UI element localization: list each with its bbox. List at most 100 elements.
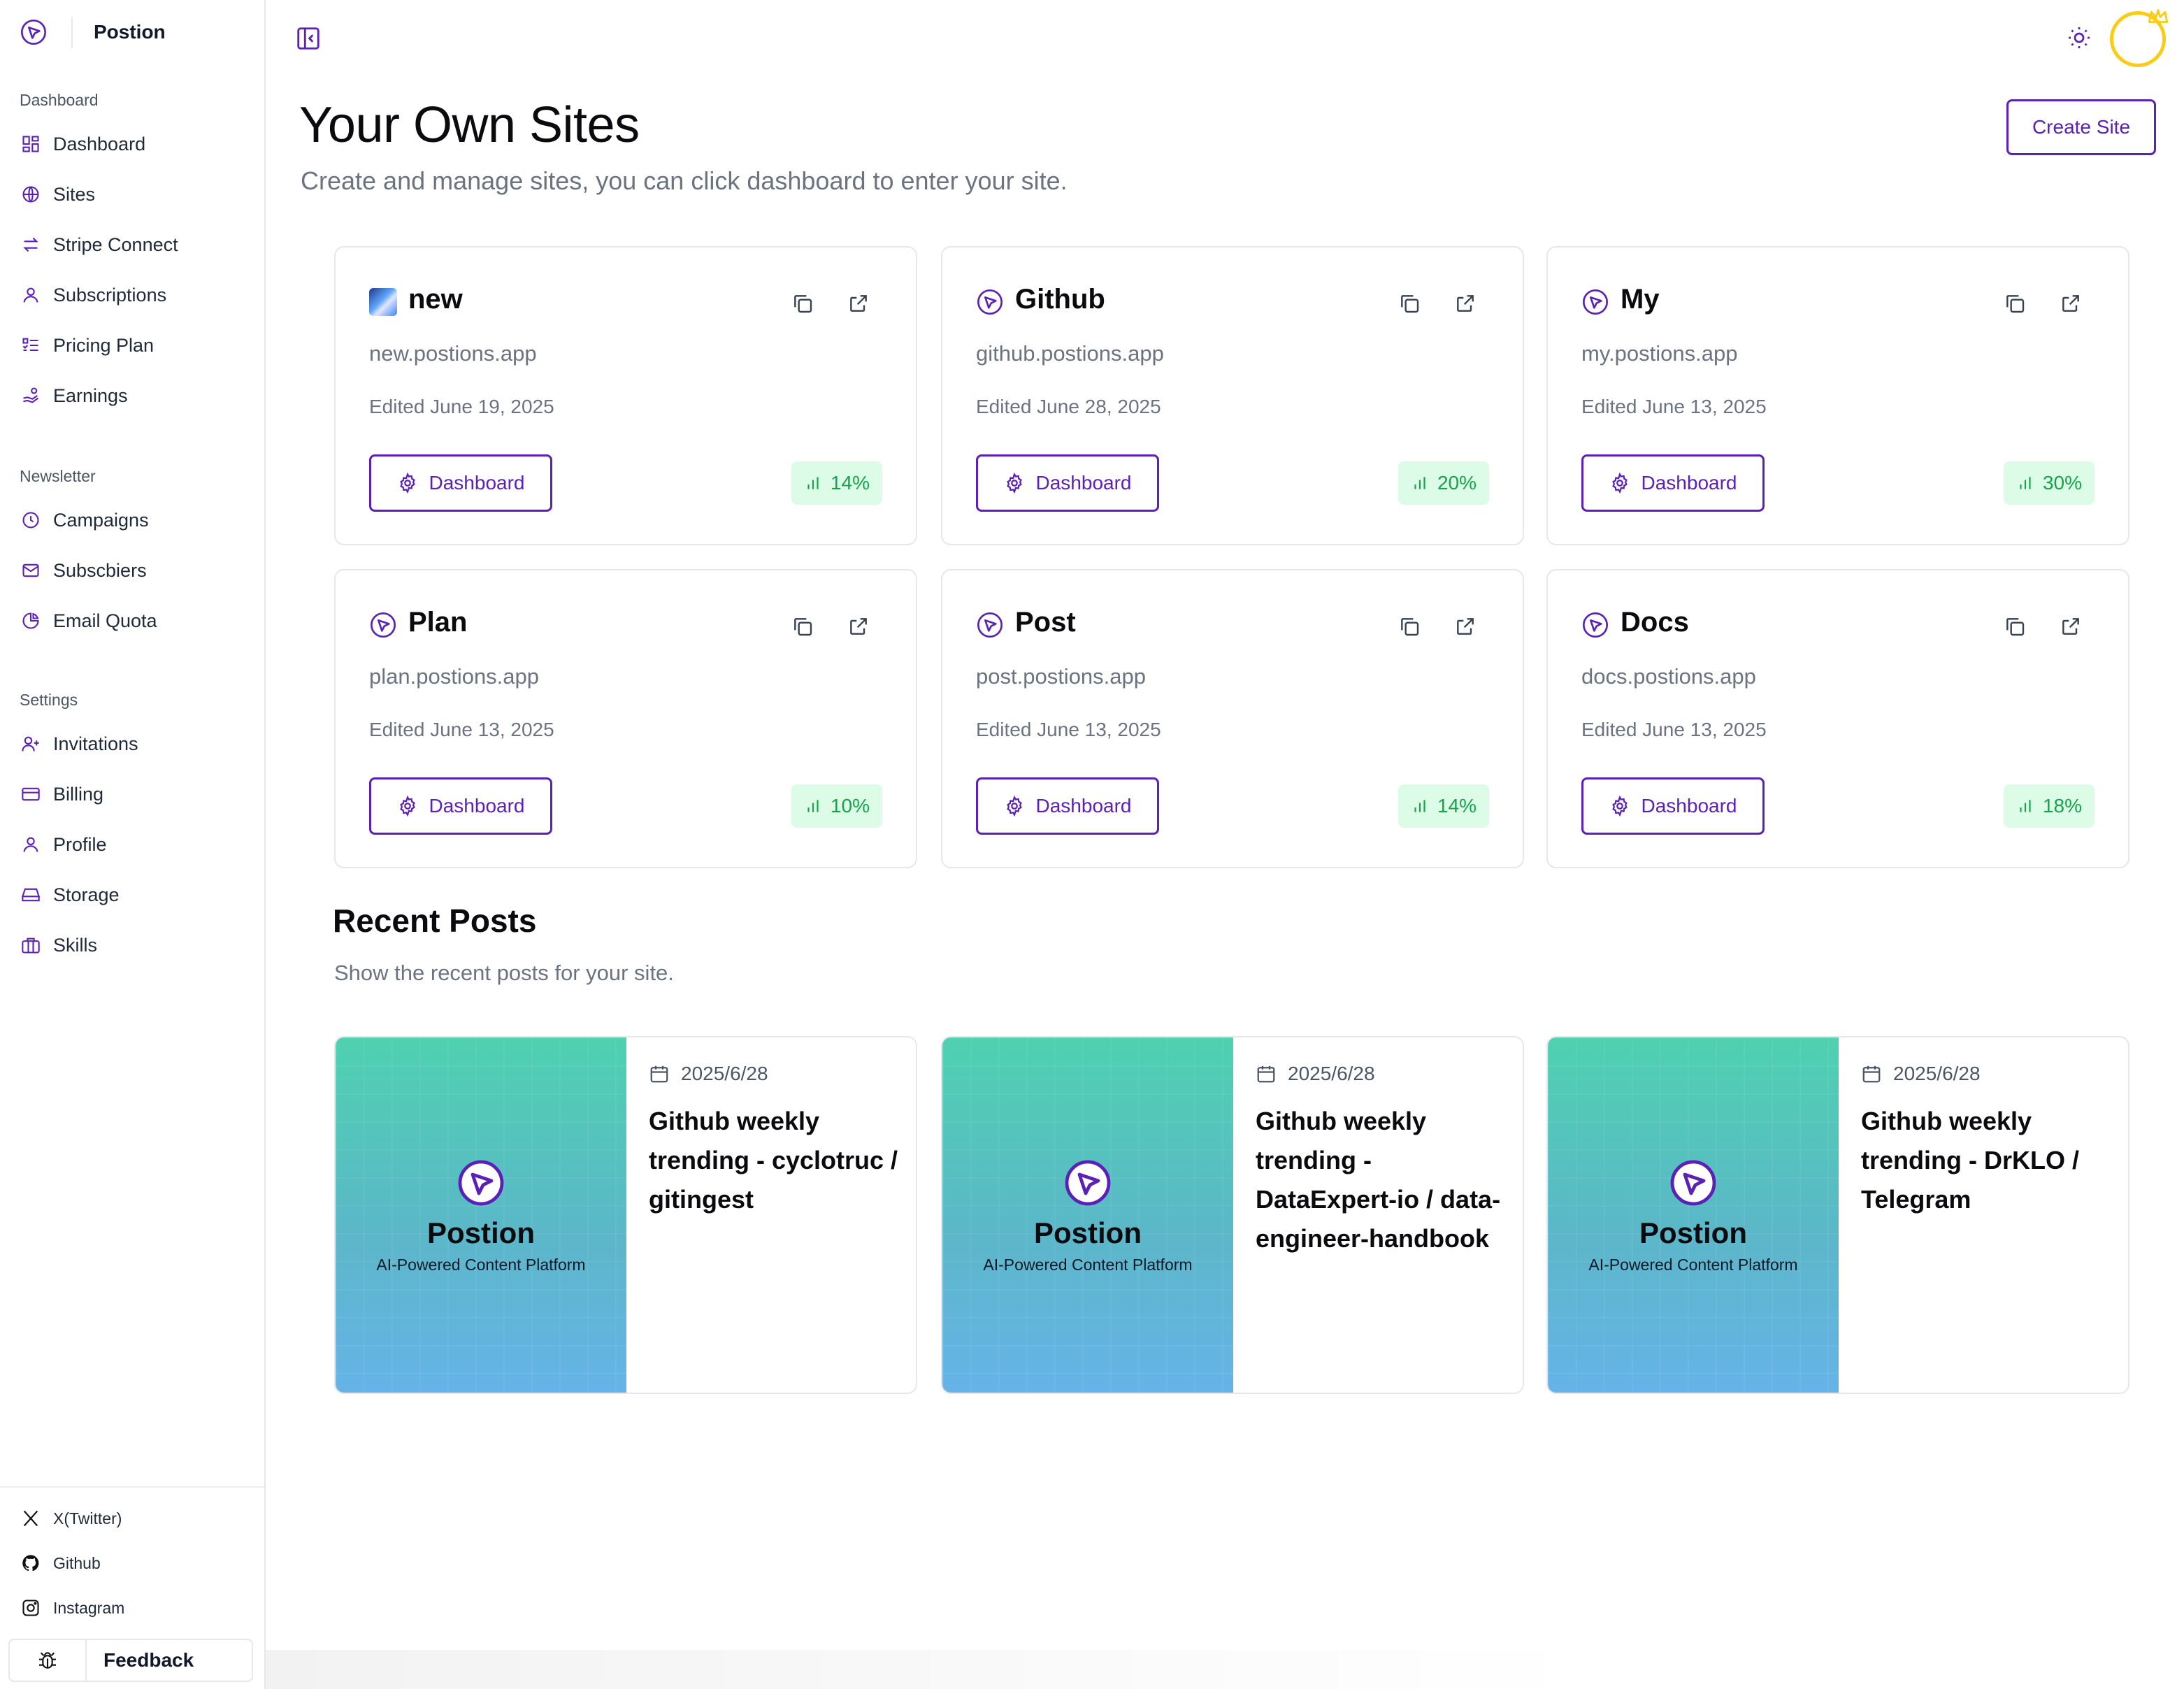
sidebar-item-email-quota[interactable]: Email Quota (20, 607, 157, 635)
social-link-instagram[interactable]: Instagram (20, 1595, 124, 1620)
bar-chart-icon (807, 800, 819, 812)
site-card: Github github.postions.app Edited June 2… (941, 246, 1524, 545)
site-stat-value: 14% (1437, 795, 1477, 817)
site-stat-value: 20% (1437, 472, 1477, 494)
copy-icon[interactable] (791, 615, 814, 638)
site-dashboard-button[interactable]: Dashboard (1581, 777, 1765, 835)
feedback-button[interactable]: Feedback (8, 1639, 253, 1682)
sidebar-item-dashboard[interactable]: Dashboard (20, 130, 145, 158)
external-link-icon[interactable] (847, 292, 870, 315)
credit-card-icon (20, 783, 42, 805)
post-title: Github weekly trending - cyclotruc / git… (649, 1107, 898, 1214)
sidebar-item-label: Billing (53, 783, 104, 805)
sidebar-item-label: Sites (53, 183, 96, 205)
brand-name: Postion (94, 21, 166, 43)
site-stat-badge: 14% (791, 461, 882, 505)
site-stat-badge: 14% (1398, 784, 1489, 828)
brand[interactable]: Postion (20, 17, 166, 48)
sidebar-item-campaigns[interactable]: Campaigns (20, 506, 149, 534)
calendar-icon (1862, 1065, 1881, 1083)
page-subtitle: Create and manage sites, you can click d… (301, 166, 1068, 195)
dashboard-button-label: Dashboard (1035, 795, 1132, 817)
copy-icon[interactable] (2004, 615, 2026, 638)
postion-logo-icon (1581, 288, 1609, 316)
bar-chart-icon (1414, 800, 1425, 812)
site-edited: Edited June 13, 2025 (1581, 719, 1767, 740)
site-stat-badge: 30% (2003, 461, 2095, 505)
postion-logo-icon (976, 288, 1004, 316)
site-card: new new.postions.app Edited June 19, 202… (334, 246, 917, 545)
brand-divider (71, 17, 73, 48)
site-edited: Edited June 13, 2025 (369, 719, 554, 740)
create-site-button[interactable]: Create Site (2006, 99, 2156, 155)
cover-brand-name: Postion (1639, 1216, 1747, 1249)
sun-icon[interactable] (2067, 25, 2092, 50)
hard-drive-icon (20, 884, 42, 906)
sidebar-item-storage[interactable]: Storage (20, 881, 120, 909)
post-card[interactable]: Postion AI-Powered Content Platform 2025… (1546, 1036, 2129, 1394)
site-card: Docs docs.postions.app Edited June 13, 2… (1546, 569, 2129, 868)
sidebar-item-subscribers[interactable]: Subscbiers (20, 556, 147, 584)
site-stat-value: 30% (2042, 472, 2082, 494)
gear-icon (399, 473, 415, 494)
copy-icon[interactable] (2004, 292, 2026, 315)
external-link-icon[interactable] (1454, 615, 1477, 638)
cover-tagline: AI-Powered Content Platform (376, 1256, 586, 1274)
site-edited: Edited June 28, 2025 (976, 396, 1161, 417)
bug-icon (10, 1640, 87, 1681)
external-link-icon[interactable] (2060, 292, 2082, 315)
site-dashboard-button[interactable]: Dashboard (369, 454, 552, 512)
social-link-github[interactable]: Github (20, 1551, 101, 1576)
dashboard-button-label: Dashboard (1035, 472, 1132, 494)
site-edited: Edited June 19, 2025 (369, 396, 554, 417)
post-card[interactable]: Postion AI-Powered Content Platform 2025… (334, 1036, 917, 1394)
pie-chart-icon (20, 610, 42, 632)
post-card[interactable]: Postion AI-Powered Content Platform 2025… (941, 1036, 1524, 1394)
site-domain: new.postions.app (369, 341, 537, 366)
briefcase-icon (20, 934, 42, 956)
cover-tagline: AI-Powered Content Platform (1588, 1256, 1798, 1274)
clock-icon (20, 509, 42, 531)
bar-chart-icon (2020, 477, 2031, 489)
external-link-icon[interactable] (2060, 615, 2082, 638)
site-dashboard-button[interactable]: Dashboard (369, 777, 552, 835)
social-link-twitter[interactable]: X(Twitter) (20, 1506, 122, 1531)
post-cover: Postion AI-Powered Content Platform (336, 1037, 626, 1393)
copy-icon[interactable] (791, 292, 814, 315)
sidebar-item-earnings[interactable]: Earnings (20, 382, 128, 410)
sidebar-item-sites[interactable]: Sites (20, 180, 95, 208)
dashboard-button-label: Dashboard (429, 472, 525, 494)
external-link-icon[interactable] (1454, 292, 1477, 315)
calendar-icon (650, 1065, 668, 1083)
sidebar-item-invitations[interactable]: Invitations (20, 730, 138, 758)
external-link-icon[interactable] (847, 615, 870, 638)
copy-icon[interactable] (1398, 292, 1421, 315)
arrows-exchange-icon (20, 233, 42, 256)
sidebar-item-label: Subscbiers (53, 559, 147, 581)
sidebar-item-billing[interactable]: Billing (20, 780, 103, 808)
collapse-sidebar-icon[interactable] (295, 25, 322, 52)
site-dashboard-button[interactable]: Dashboard (976, 777, 1159, 835)
sidebar-item-skills[interactable]: Skills (20, 931, 97, 959)
layout-grid-icon (20, 133, 42, 155)
copy-icon[interactable] (1398, 615, 1421, 638)
site-domain: plan.postions.app (369, 664, 540, 689)
site-card: Plan plan.postions.app Edited June 13, 2… (334, 569, 917, 868)
sidebar-item-profile[interactable]: Profile (20, 831, 107, 858)
site-domain: docs.postions.app (1581, 664, 1756, 689)
site-dashboard-button[interactable]: Dashboard (976, 454, 1159, 512)
recent-posts-subtitle: Show the recent posts for your site. (334, 961, 674, 985)
sidebar-item-stripe-connect[interactable]: Stripe Connect (20, 231, 178, 259)
site-dashboard-button[interactable]: Dashboard (1581, 454, 1765, 512)
post-cover: Postion AI-Powered Content Platform (942, 1037, 1233, 1393)
cover-brand-name: Postion (427, 1216, 535, 1249)
sidebar-item-pricing-plan[interactable]: Pricing Plan (20, 331, 154, 359)
nav-group-title-settings: Settings (20, 691, 78, 709)
site-domain: my.postions.app (1581, 341, 1738, 366)
recent-posts-title: Recent Posts (333, 903, 537, 939)
postion-logo-icon (1063, 1158, 1113, 1208)
nav-group-title-newsletter: Newsletter (20, 467, 96, 485)
user-icon (20, 284, 42, 306)
sidebar-item-subscriptions[interactable]: Subscriptions (20, 281, 166, 309)
dashboard-button-label: Dashboard (429, 795, 525, 817)
